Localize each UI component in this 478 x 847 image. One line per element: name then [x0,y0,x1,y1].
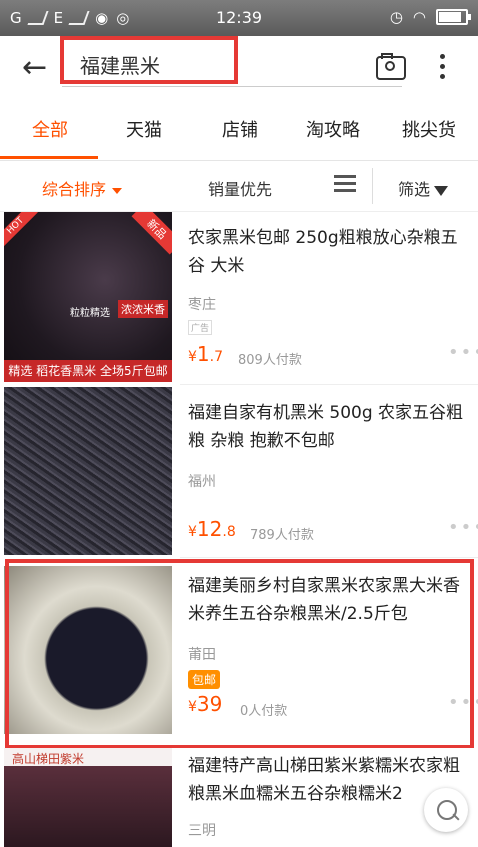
product-image[interactable]: HOT 新品 粒粒精选 浓浓米香 精选 稻花香黑米 全场5斤包邮 [4,212,172,382]
sort-bar: 综合排序 销量优先 筛选 [0,161,478,212]
product-title[interactable]: 农家黑米包邮 250g粗粮放心杂粮五谷 大米 [188,224,468,280]
camera-icon[interactable] [376,53,406,80]
list-view-icon[interactable] [334,175,356,196]
back-arrow-icon[interactable]: ← [22,50,47,85]
search-input[interactable]: 福建黑米 [60,36,238,84]
tab-picks[interactable]: 挑尖货 [402,116,456,142]
search-header: ← 福建黑米 [0,36,478,100]
hot-badge: HOT [4,212,39,249]
list-item[interactable]: 高山梯田紫米 福建特产高山梯田紫米紫糯米农家粗粮黑米血糯米五谷杂粮糯米2 三明 [0,748,478,847]
more-icon[interactable]: ••• [448,517,478,538]
search-underline [62,86,402,87]
image-banner: 精选 稻花香黑米 全场5斤包邮 [4,360,172,382]
status-bar: G E ◉ ◎ 12:39 ◷ ◠ [0,0,478,36]
assistant-search-button[interactable] [424,788,468,832]
ad-badge: 广告 [188,320,213,335]
price-integer: 1 [196,342,210,366]
product-price: ¥1.7 [188,342,223,366]
list-item[interactable]: HOT 新品 粒粒精选 浓浓米香 精选 稻花香黑米 全场5斤包邮 农家黑米包邮 … [0,212,478,384]
product-image[interactable]: 高山梯田紫米 [4,748,172,847]
tab-all[interactable]: 全部 [32,116,68,142]
battery-icon [436,9,471,25]
category-tabs: 全部 天猫 店铺 淘攻略 挑尖货 [0,100,478,161]
image-caption: 浓浓米香 [118,300,168,318]
sold-count: 809人付款 [238,353,302,368]
status-right: ◷ ◠ [389,8,471,26]
price-symbol: ¥ [188,524,197,540]
sort-comprehensive-label: 综合排序 [42,180,107,199]
alarm-icon: ◷ [389,8,403,26]
image-caption: 粒粒精选 [70,308,110,319]
filter-button[interactable]: 筛选 [398,176,449,200]
tab-shops[interactable]: 店铺 [222,116,258,142]
product-location: 福州 [188,474,216,490]
active-tab-indicator [0,156,98,159]
image-caption: 高山梯田紫米 [12,752,85,766]
new-badge: 新品 [131,212,172,255]
product-location: 枣庄 [188,297,216,313]
price-symbol: ¥ [188,349,197,365]
wifi-icon: ◠ [412,8,426,26]
sort-comprehensive[interactable]: 综合排序 [42,176,123,200]
price-integer: 12 [196,517,223,541]
highlight-box [5,559,474,749]
list-item[interactable]: 福建自家有机黑米 500g 农家五谷粗粮 杂粮 抱歉不包邮 福州 ¥12.8 7… [0,385,478,557]
filter-label: 筛选 [398,180,431,199]
sold-count: 789人付款 [250,528,314,543]
more-options-icon[interactable] [440,54,446,84]
more-icon[interactable]: ••• [448,342,478,363]
product-price: ¥12.8 [188,517,236,541]
sort-divider [372,168,373,204]
price-decimal: .8 [222,524,236,540]
tab-guides[interactable]: 淘攻略 [306,116,360,142]
tab-tmall[interactable]: 天猫 [126,116,162,142]
product-title[interactable]: 福建自家有机黑米 500g 农家五谷粗粮 杂粮 抱歉不包邮 [188,399,468,455]
row-divider [180,557,478,558]
product-image[interactable] [4,387,172,555]
filter-icon [434,185,449,196]
product-location: 三明 [188,823,216,839]
caret-down-icon [112,187,123,194]
price-decimal: .7 [209,349,224,365]
sort-sales[interactable]: 销量优先 [208,176,272,200]
